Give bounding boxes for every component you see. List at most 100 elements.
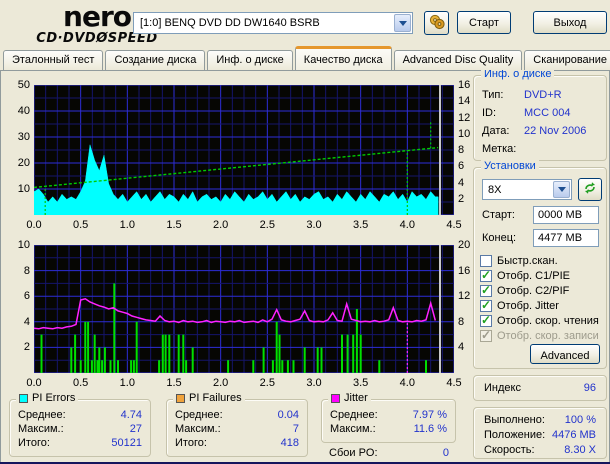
x-axis-tick-label: 2.5 [259,219,275,231]
disc-info-group: Инф. о диске Тип: DVD+R ID: MCC 004 Дата: 22 … [473,68,607,161]
progress-row-label: Скорость: [484,444,535,456]
pi-failures-and-jitter-chart [34,245,454,373]
x-axis-tick-label: 1.5 [166,377,182,389]
left-axis-tick-label: 4 [23,315,30,328]
progress-row-value: 4476 MB [551,429,596,441]
stat-row-value: 50121 [111,437,142,449]
tab-disc-info[interactable]: Инф. о диске [207,50,293,70]
tab-benchmark[interactable]: Эталонный тест [3,50,104,70]
show-read-speed-checkbox-box[interactable] [480,313,492,327]
index-label: Индекс [484,382,521,394]
stat-row-label: Итого: [175,437,207,449]
disc-info-row-label: Метка: [482,143,517,155]
stat-row-label: Среднее: [175,409,223,421]
left-axis-tick-label: 6 [23,290,30,303]
disc-info-row-value: 22 Nov 2006 [524,125,587,137]
disc-info-row-label: Тип: [482,89,504,101]
x-axis-tick-label: 0.5 [73,219,89,231]
left-axis-tick-label: 2 [23,341,30,354]
show-read-speed-checkbox[interactable]: Отобр. скор. чтения [480,313,599,328]
drive-select[interactable]: [1:0] BENQ DVD DD DW1640 BSRB [133,12,413,34]
jitter-stats-box: Jitter Среднее: 7.97 % Максим.: 11.6 % [321,392,456,443]
x-axis-tick-label: 2.5 [259,377,275,389]
fast-scan-checkbox[interactable]: Быстр.скан. [480,254,558,268]
show-jitter-checkbox[interactable]: Отобр. Jitter [480,298,559,313]
show-c1-pie-checkbox[interactable]: Отобр. C1/PIE [480,268,570,283]
disc-eject-icon [428,14,446,33]
chevron-down-icon[interactable] [394,14,411,32]
show-c1-pie-checkbox-label: Отобр. C1/PIE [497,270,570,282]
end-mb-input[interactable] [533,229,599,247]
left-axis-tick-label: 10 [17,183,30,195]
show-jitter-checkbox-box[interactable] [480,298,492,312]
show-c2-pif-checkbox-label: Отобр. C2/PIF [497,285,570,297]
left-axis-tick-label: 10 [17,239,30,251]
progress-panel: Выполнено: 100 % Положение: 4476 MB Скорость… [473,407,607,459]
x-axis-tick-label: 4.5 [446,377,462,389]
end-mb-label: Конец: [482,232,517,244]
pi-failures-color-swatch [176,393,185,403]
disc-info-row-value: DVD+R [524,89,562,101]
show-c2-pif-checkbox-box[interactable] [480,283,492,297]
show-c1-pie-checkbox-box[interactable] [480,268,492,282]
start-mb-label: Старт: [482,209,515,221]
pi-failures-stats-box: PI Failures Среднее: 0.04 Максим.: 7 Итого: 41… [166,392,308,457]
refresh-button[interactable] [578,178,602,201]
tab-scan-disc[interactable]: Сканирование диска [524,50,610,70]
x-axis-tick-label: 1.5 [166,219,182,231]
drive-select-value: [1:0] BENQ DVD DD DW1640 BSRB [140,17,320,29]
jitter-legend: Jitter [328,392,371,404]
x-axis-tick-label: 0.0 [26,377,42,389]
speed-select[interactable]: 8X [482,179,572,200]
start-button[interactable]: Старт [457,11,511,34]
index-panel: Индекс 96 [473,375,607,401]
settings-title: Установки [481,160,539,172]
tab-create-disc[interactable]: Создание диска [105,50,206,70]
eject-disc-button[interactable] [424,11,449,35]
speed-select-value: 8X [488,183,502,196]
left-axis-tick-label: 40 [17,105,30,117]
exit-button[interactable]: Выход [533,11,607,34]
x-axis-tick-label: 3.5 [353,219,369,231]
left-axis-tick-label: 30 [17,131,30,143]
show-write-speed-checkbox-box [480,328,492,342]
tab-bar: Эталонный тест Создание диска Инф. о диске… [0,46,610,70]
x-axis-tick-label: 0.5 [73,377,89,389]
main-content: 10 20 30 40 50 2 4 6 8 10 12 14 16 0.0 0.5 1.0 1.5 2.0 2.5… [0,68,610,462]
disc-info-row-value: MCC 004 [524,107,571,119]
x-axis-tick-label: 4.0 [399,377,415,389]
tab-disc-quality[interactable]: Качество диска [294,46,392,70]
top-bar: nero CD·DVDØSPEED [1:0] BENQ DVD DD DW16… [0,0,610,46]
stat-row-value: 7.97 % [412,409,447,421]
x-axis-tick-label: 1.0 [119,219,135,231]
refresh-icon [583,181,597,198]
x-axis-tick-label: 1.0 [119,377,135,389]
pi-errors-stats-box: PI Errors Среднее: 4.74 Максим.: 27 Итого: 501… [9,392,151,457]
disc-info-row-label: Дата: [482,125,510,137]
stat-row-value: 4.74 [120,409,142,421]
show-jitter-checkbox-label: Отобр. Jitter [497,300,559,312]
pi-errors-color-swatch [19,393,28,403]
pi-errors-legend-label: PI Errors [32,392,76,404]
progress-row-value: 8.30 X [564,444,596,456]
stat-row-value: 7 [292,423,299,435]
show-c2-pif-checkbox[interactable]: Отобр. C2/PIF [480,283,570,298]
chevron-down-icon[interactable] [553,181,570,198]
index-value: 96 [583,382,596,394]
left-axis-tick-label: 20 [17,157,30,169]
pi-failures-legend-label: PI Failures [189,392,242,404]
progress-row-value: 100 % [564,414,596,426]
start-mb-input[interactable] [533,206,599,224]
advanced-button[interactable]: Advanced [530,344,600,364]
stat-row-value: 418 [280,437,299,449]
x-axis-tick-label: 2.0 [213,377,229,389]
stat-row-label: Максим.: [330,423,376,435]
jitter-legend-label: Jitter [344,392,368,404]
fast-scan-checkbox-box[interactable] [480,255,492,267]
pi-errors-and-read-speed-chart [34,85,454,215]
x-axis-tick-label: 3.0 [306,377,322,389]
show-read-speed-checkbox-label: Отобр. скор. чтения [497,315,599,327]
po-failures-value: 0 [442,447,449,459]
tab-advanced-disc-quality[interactable]: Advanced Disc Quality [393,50,523,70]
left-axis-tick-label: 8 [23,264,30,277]
